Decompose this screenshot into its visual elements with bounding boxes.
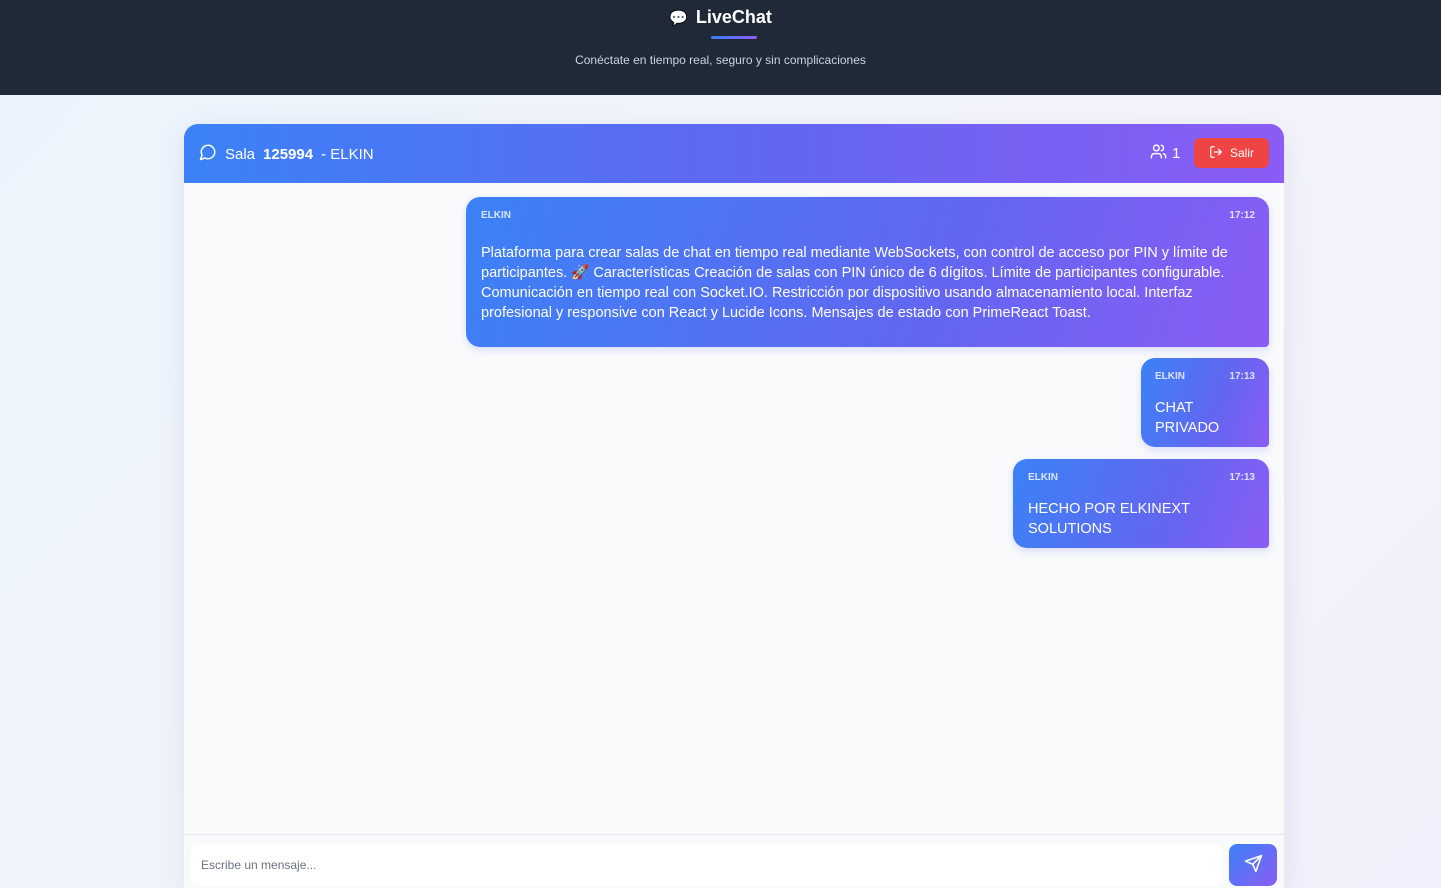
message-time: 17:13 [1229, 371, 1255, 382]
message-text: HECHO POR ELKINEXT SOLUTIONS [1028, 501, 1190, 537]
app-title: LiveChat [695, 7, 772, 27]
exit-label: Salir [1229, 146, 1254, 160]
message-bubble: ELKIN 17:13 CHAT PRIVADO [1141, 358, 1269, 447]
message-author: ELKIN [481, 210, 511, 221]
chat-panel: Sala 125994 - ELKIN 1 Salir ELKIN 17:12 … [184, 124, 1284, 888]
message-author: ELKIN [1155, 371, 1185, 382]
app-topbar: 💬 LiveChat Conéctate en tiempo real, seg… [0, 0, 1441, 95]
room-user: - ELKIN [321, 145, 374, 163]
message-meta: ELKIN 17:13 [1028, 472, 1255, 483]
message-text: Plataforma para crear salas de chat en t… [481, 245, 1228, 321]
participants-number: 1 [1172, 145, 1181, 162]
log-out-icon [1209, 145, 1223, 162]
room-prefix: Sala [225, 145, 256, 163]
message-text: CHAT PRIVADO [1155, 400, 1220, 436]
app-tagline: Conéctate en tiempo real, seguro y sin c… [575, 53, 866, 67]
message-meta: ELKIN 17:13 [1155, 371, 1255, 382]
message-meta: ELKIN 17:12 [481, 210, 1255, 221]
chat-header: Sala 125994 - ELKIN 1 Salir [184, 124, 1284, 183]
message-list[interactable]: ELKIN 17:12 Plataforma para crear salas … [184, 183, 1284, 834]
participants-count: 1 [1150, 143, 1180, 164]
app-brand: 💬 LiveChat [0, 7, 1441, 28]
users-icon [1150, 143, 1167, 164]
message-author: ELKIN [1028, 472, 1058, 483]
speech-bubble-icon: 💬 [669, 9, 688, 27]
exit-button[interactable]: Salir [1194, 138, 1269, 168]
message-input[interactable] [191, 844, 1222, 886]
send-button[interactable] [1229, 844, 1277, 886]
room-title: Sala 125994 - ELKIN [199, 143, 374, 165]
title-underline [711, 36, 757, 39]
composer-bar [184, 834, 1284, 888]
message-circle-icon [199, 143, 217, 165]
message-bubble: ELKIN 17:13 HECHO POR ELKINEXT SOLUTIONS [1013, 459, 1269, 548]
message-time: 17:12 [1229, 210, 1255, 221]
room-pin: 125994 [263, 145, 314, 163]
send-icon [1244, 854, 1263, 876]
message-time: 17:13 [1229, 472, 1255, 483]
message-bubble: ELKIN 17:12 Plataforma para crear salas … [466, 197, 1269, 347]
